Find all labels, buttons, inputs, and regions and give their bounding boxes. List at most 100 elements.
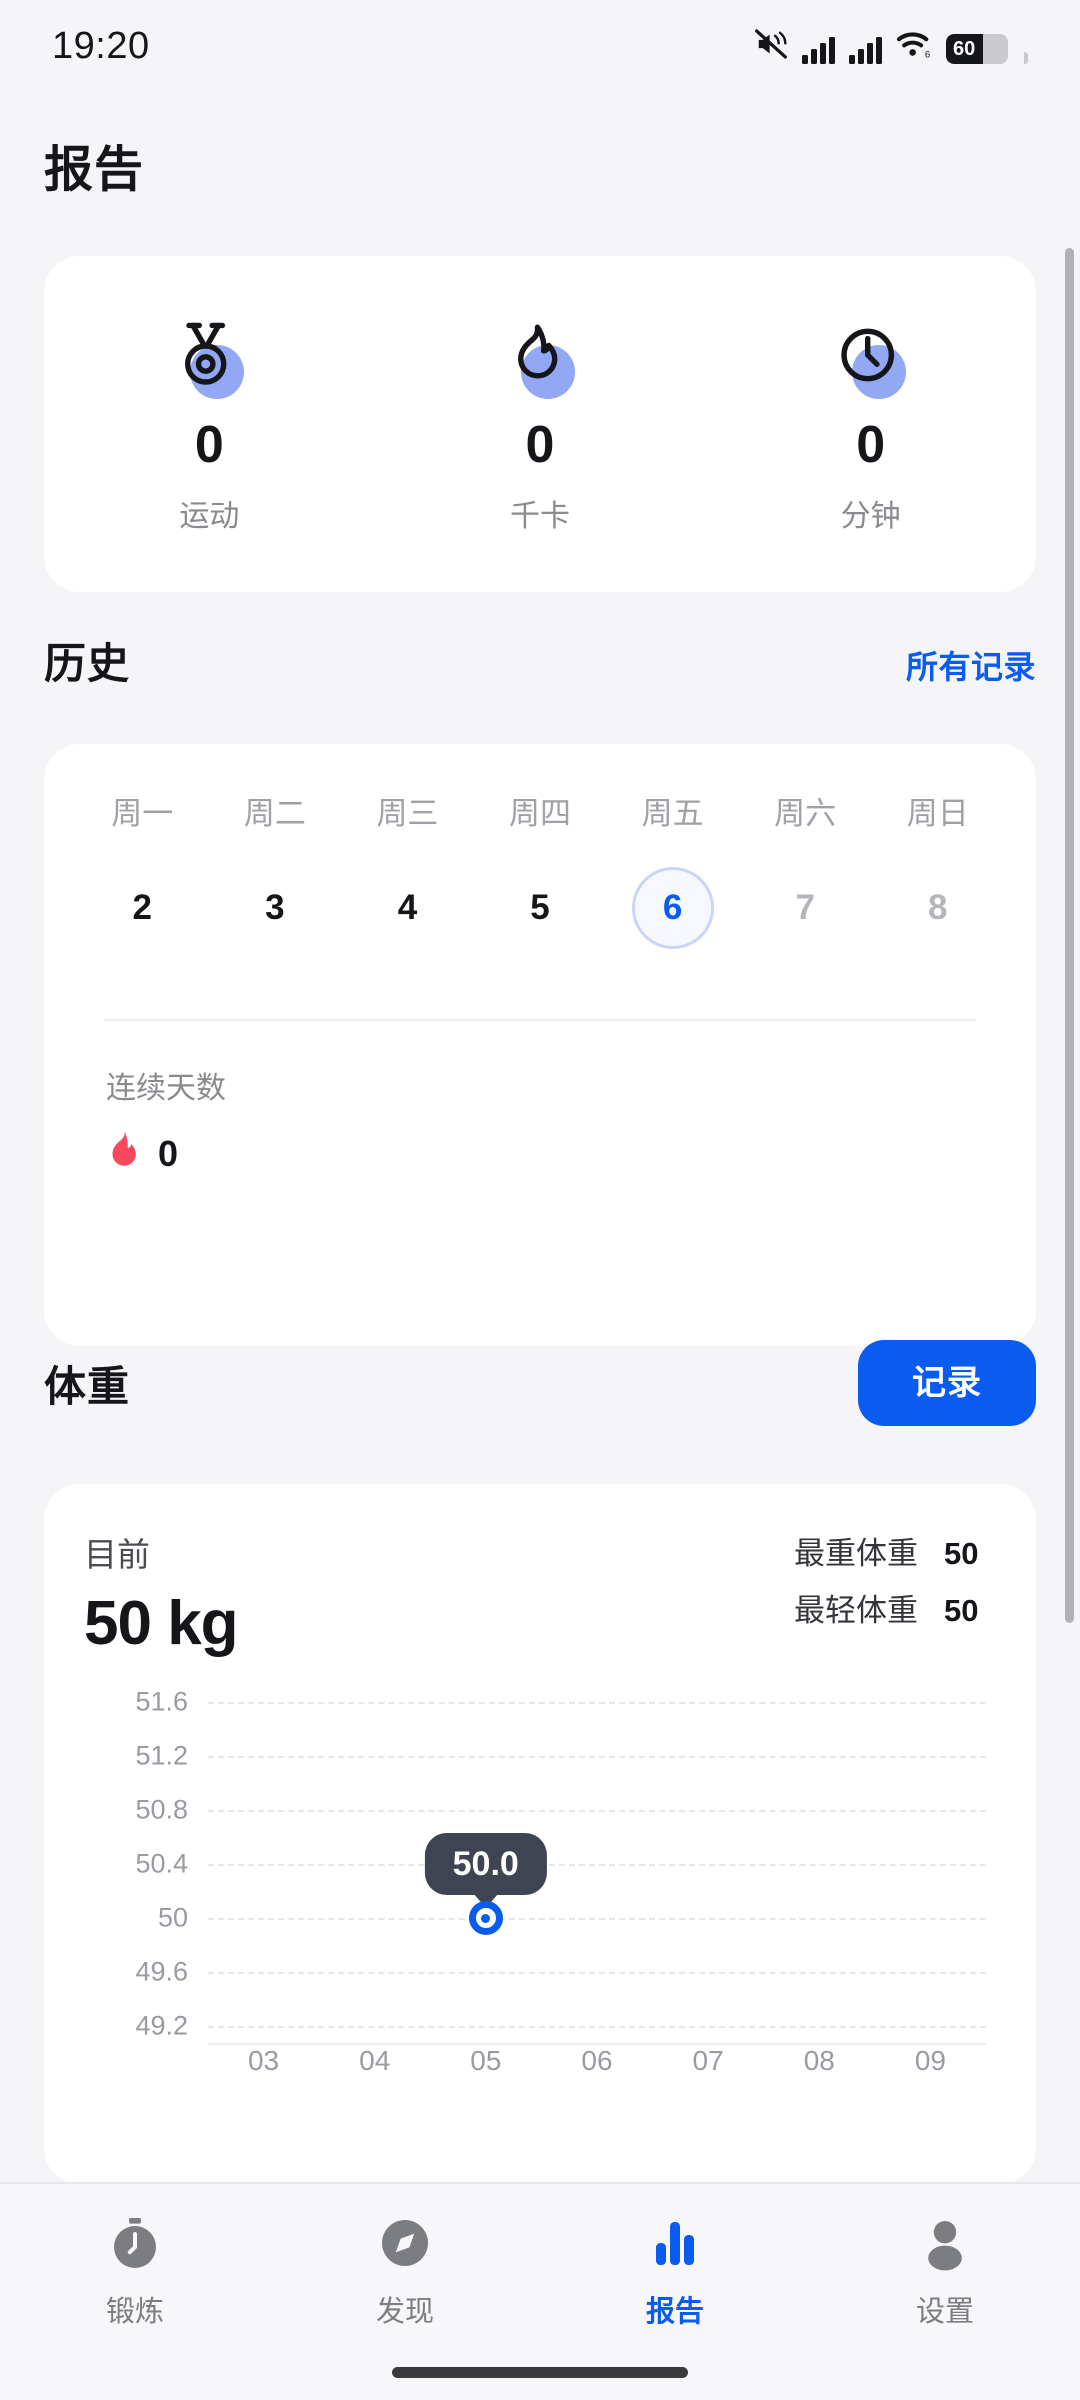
person-icon [914,2212,976,2274]
x-tick: 08 [803,2045,835,2076]
streak-label: 连续天数 [106,1072,226,1105]
grid-line [208,2026,986,2028]
week-column[interactable]: 周日 8 [871,788,1004,949]
week-row: 周一 2 周二 3 周三 4 周四 5 周五 6 周六 7 周日 8 [76,788,1004,949]
clock-icon [825,313,917,405]
bar-chart-icon [644,2212,706,2274]
x-tick: 04 [359,2045,391,2076]
lightest-label: 最轻体重 [794,1593,918,1628]
weight-chart[interactable]: 51.6 51.2 50.8 50.4 50 49.6 49.2 50.0 03… [84,1687,996,2097]
grid-line [208,1810,986,1812]
summary-card: 0 运动 0 千卡 0 分钟 [44,256,1036,592]
heaviest-value: 50 [944,1536,979,1571]
day-cell[interactable]: 7 [764,867,846,949]
svg-text:6: 6 [925,49,930,58]
vertical-scrollbar[interactable] [1065,248,1074,1623]
lightest-row: 最轻体重 50 [794,1585,996,1630]
nav-label: 发现 [375,2296,434,2328]
compass-icon [374,2212,436,2274]
stat-minutes: 0 分钟 [705,313,1036,535]
grid-line [208,1756,986,1758]
nav-item-workout[interactable]: 锻炼 [0,2212,270,2330]
stat-label: 运动 [179,500,240,533]
x-tick: 06 [581,2045,613,2076]
status-time: 19:20 [52,24,150,67]
streak-value: 0 [158,1132,179,1174]
nav-item-settings[interactable]: 设置 [810,2212,1080,2330]
stat-value: 0 [856,416,886,474]
history-section-header: 历史 所有记录 [44,630,1036,691]
day-cell[interactable]: 4 [366,867,448,949]
status-bar: 19:20 6 60 [0,0,1080,92]
current-weight-block: 目前 50 kg [84,1528,239,1659]
day-cell[interactable]: 2 [101,867,183,949]
day-cell[interactable]: 3 [234,867,316,949]
flame-icon [494,313,586,405]
streak-section: 连续天数 0 [76,1021,1004,1178]
week-column[interactable]: 周五 6 [606,788,739,949]
grid-line [208,1972,986,1974]
all-records-link[interactable]: 所有记录 [906,642,1036,688]
weekday-label: 周一 [111,796,174,831]
streak-row: 0 [106,1129,974,1178]
heaviest-row: 最重体重 50 [794,1528,996,1573]
chart-x-axis: 03 04 05 06 07 08 09 [208,2045,986,2077]
signal-bars-icon [849,36,882,64]
battery-cap-icon [1024,51,1028,64]
y-tick: 50 [157,1902,188,1933]
y-tick: 49.6 [135,1956,188,1987]
x-tick: 05 [470,2045,502,2076]
week-column[interactable]: 周一 2 [76,788,209,949]
stopwatch-icon [104,2212,166,2274]
day-cell[interactable]: 8 [897,867,979,949]
chart-y-axis: 51.6 51.2 50.8 50.4 50 49.6 49.2 [84,1687,188,2041]
stat-label: 千卡 [510,500,570,533]
x-tick: 07 [692,2045,724,2076]
battery-icon: 60 [946,33,1008,64]
y-tick: 50.4 [135,1848,188,1879]
week-column[interactable]: 周二 3 [209,788,342,949]
grid-line [208,1702,986,1704]
y-tick: 49.2 [135,2010,188,2041]
weekday-label: 周日 [906,796,969,831]
week-column[interactable]: 周三 4 [341,788,474,949]
record-weight-button[interactable]: 记录 [858,1340,1036,1426]
status-icons: 6 60 [754,28,1028,64]
bottom-navigation-bar: 锻炼 发现 报告 设置 [0,2182,1080,2400]
weekday-label: 周五 [641,796,704,831]
grid-line [208,1864,986,1866]
medal-icon [163,313,255,405]
nav-label: 设置 [915,2296,974,2328]
wifi-6-icon: 6 [896,29,932,64]
week-column[interactable]: 周四 5 [474,788,607,949]
nav-label: 锻炼 [105,2296,164,2328]
day-cell[interactable]: 5 [499,867,581,949]
day-cell-selected[interactable]: 6 [631,867,714,949]
weekday-label: 周六 [774,796,837,831]
grid-line [208,1918,986,1920]
weekday-label: 周三 [376,796,439,831]
signal-bars-icon [802,36,835,64]
weight-minmax-block: 最重体重 50 最轻体重 50 [794,1528,996,1642]
week-column[interactable]: 周六 7 [739,788,872,949]
x-tick: 03 [247,2045,280,2076]
stat-calories: 0 千卡 [375,313,706,535]
app-screen: 19:20 6 60 报告 0 运动 0 千卡 0 分钟 历史 所有记录 周一 … [0,0,1080,2400]
nav-item-report[interactable]: 报告 [540,2212,810,2330]
stat-label: 分钟 [840,500,901,533]
weight-card: 目前 50 kg 最重体重 50 最轻体重 50 51.6 51.2 50.8 … [44,1484,1036,2184]
heaviest-label: 最重体重 [794,1536,918,1571]
nav-label: 报告 [645,2296,704,2328]
chart-tooltip: 50.0 [424,1833,547,1895]
weight-summary: 目前 50 kg 最重体重 50 最轻体重 50 [84,1528,996,1659]
nav-item-discover[interactable]: 发现 [270,2212,540,2330]
history-title: 历史 [44,640,131,687]
flame-icon [106,1129,142,1178]
chart-plot-area: 50.0 [208,1697,986,2045]
weight-title: 体重 [44,1362,131,1410]
mute-icon [754,28,788,64]
weekday-label: 周二 [243,796,306,831]
chart-data-point[interactable] [468,1901,503,1935]
home-indicator[interactable] [392,2367,688,2378]
y-tick: 50.8 [135,1794,188,1825]
